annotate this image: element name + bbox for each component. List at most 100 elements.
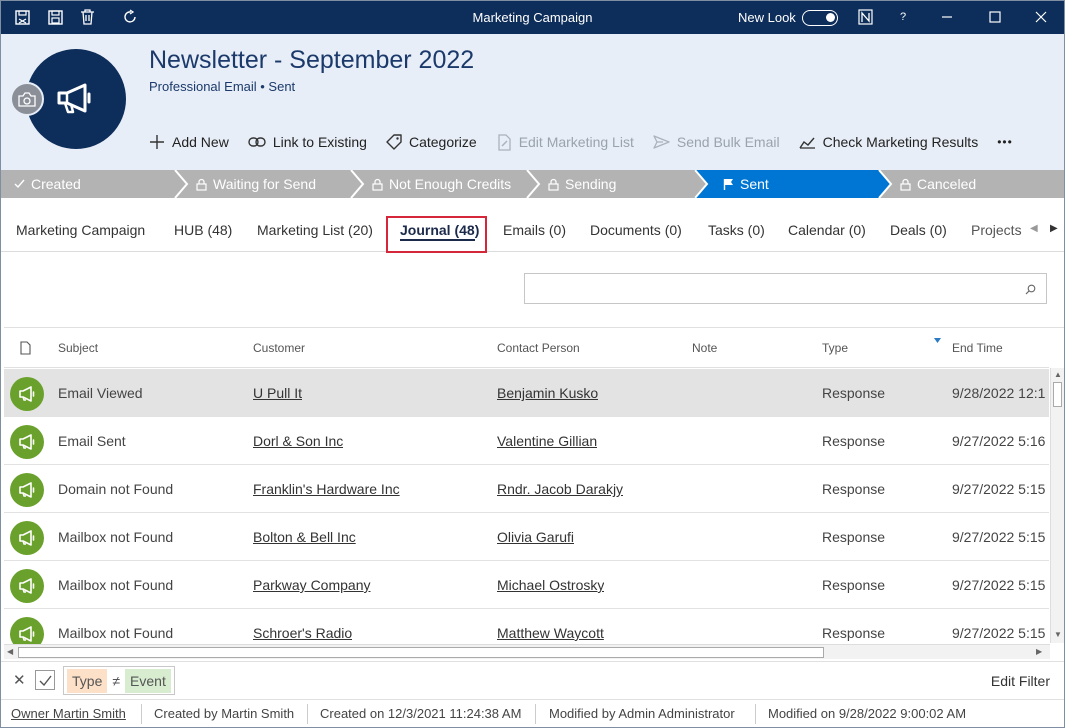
horizontal-scrollbar[interactable]: ◀ ▶ (4, 644, 1050, 659)
table-row[interactable]: Domain not Found Franklin's Hardware Inc R… (4, 465, 1049, 513)
check-icon (14, 179, 25, 189)
stage-separator (694, 170, 709, 198)
tab-strip: Marketing Campaign HUB (48) Marketing Li… (1, 198, 1064, 253)
cell-customer[interactable]: U Pull It (253, 385, 302, 401)
scroll-down-icon[interactable]: ▼ (1054, 630, 1062, 639)
link-existing-label: Link to Existing (272, 134, 367, 150)
cell-customer[interactable]: Franklin's Hardware Inc (253, 481, 400, 497)
cell-end-time: 9/27/2022 5:16 (952, 433, 1046, 449)
cell-type: Response (822, 481, 886, 497)
filter-enabled-checkbox[interactable] (35, 670, 55, 690)
stage-created[interactable]: Created (14, 170, 81, 198)
cell-customer[interactable]: Schroer's Radio (253, 625, 352, 641)
scroll-up-icon[interactable]: ▲ (1054, 370, 1062, 379)
stage-not-enough-credits[interactable]: Not Enough Credits (372, 170, 511, 198)
clear-filter-icon[interactable]: ✕ (13, 671, 26, 689)
cell-contact-person[interactable]: Michael Ostrosky (497, 577, 604, 593)
tab-emails[interactable]: Emails (0) (503, 222, 566, 238)
table-row[interactable]: Email Viewed U Pull It Benjamin Kusko Respo… (4, 369, 1049, 417)
cell-contact-person[interactable]: Valentine Gillian (497, 433, 597, 449)
camera-button[interactable] (10, 82, 44, 116)
tabs-scroll-left-icon[interactable]: ◀ (1030, 223, 1038, 234)
tab-deals[interactable]: Deals (0) (890, 222, 947, 238)
scroll-right-icon[interactable]: ▶ (1036, 647, 1042, 656)
table-row[interactable]: Mailbox not Found Parkway Company Michael … (4, 561, 1049, 609)
col-type[interactable]: Type (822, 341, 848, 355)
cell-type: Response (822, 625, 886, 641)
filter-expression[interactable]: Type ≠ Event (63, 666, 175, 695)
flag-icon (723, 178, 734, 190)
stage-separator (174, 170, 189, 198)
tab-documents[interactable]: Documents (0) (590, 222, 682, 238)
col-subject[interactable]: Subject (58, 341, 98, 355)
close-button[interactable] (1031, 7, 1051, 27)
cell-contact-person[interactable]: Olivia Garufi (497, 529, 574, 545)
lock-icon (372, 178, 383, 191)
search-input[interactable] (524, 273, 1047, 304)
col-end-time[interactable]: End Time (952, 341, 1003, 355)
maximize-button[interactable] (985, 7, 1005, 27)
col-contact-person[interactable]: Contact Person (497, 341, 580, 355)
more-icon: ••• (997, 135, 1013, 149)
cell-end-time: 9/27/2022 5:15 (952, 481, 1046, 497)
table-row[interactable]: Mailbox not Found Bolton & Bell Inc Olivia… (4, 513, 1049, 561)
more-button[interactable]: ••• (997, 135, 1013, 149)
stage-sent[interactable]: Sent (723, 170, 769, 198)
tabs-scroll-right-icon[interactable]: ▶ (1050, 223, 1058, 234)
cell-contact-person[interactable]: Matthew Waycott (497, 625, 604, 641)
horizontal-scroll-thumb[interactable] (18, 647, 824, 658)
tab-tasks[interactable]: Tasks (0) (708, 222, 765, 238)
cell-subject: Mailbox not Found (58, 529, 174, 545)
created-on: Created on 12/3/2021 11:24:38 AM (320, 706, 522, 721)
send-bulk-email-button[interactable]: Send Bulk Email (653, 134, 780, 150)
stage-separator (526, 170, 541, 198)
chart-icon (798, 136, 816, 149)
tab-projects[interactable]: Projects (971, 222, 1023, 238)
cell-contact-person[interactable]: Benjamin Kusko (497, 385, 598, 401)
filter-operator: ≠ (112, 672, 121, 689)
layout-icon[interactable] (856, 8, 874, 26)
cell-type: Response (822, 577, 886, 593)
new-look-toggle[interactable] (802, 10, 838, 26)
stage-bar: Created Waiting for Send Not Enough Cred… (1, 170, 1064, 198)
scroll-left-icon[interactable]: ◀ (7, 647, 13, 656)
stage-separator (878, 170, 893, 198)
cell-contact-person[interactable]: Rndr. Jacob Darakjy (497, 481, 623, 497)
edit-filter-link[interactable]: Edit Filter (991, 673, 1050, 689)
journal-entry-icon (10, 569, 44, 603)
tab-calendar[interactable]: Calendar (0) (788, 222, 866, 238)
vertical-scroll-thumb[interactable] (1053, 382, 1062, 407)
edit-list-icon (496, 133, 512, 151)
lock-icon (548, 178, 559, 191)
minimize-button[interactable] (937, 7, 957, 27)
toggle-knob (826, 13, 835, 22)
categorize-button[interactable]: Categorize (386, 134, 477, 150)
link-icon (248, 136, 266, 148)
cell-customer[interactable]: Dorl & Son Inc (253, 433, 343, 449)
table-row[interactable]: Email Sent Dorl & Son Inc Valentine Gillia… (4, 417, 1049, 465)
stage-sending[interactable]: Sending (548, 170, 616, 198)
cell-customer[interactable]: Parkway Company (253, 577, 371, 593)
filter-field: Type (67, 668, 108, 693)
vertical-scrollbar[interactable]: ▲ ▼ (1050, 368, 1064, 643)
col-note[interactable]: Note (692, 341, 717, 355)
tab-marketing-campaign[interactable]: Marketing Campaign (16, 222, 145, 238)
filter-value: Event (125, 668, 171, 693)
cell-subject: Mailbox not Found (58, 577, 174, 593)
tab-marketing-list[interactable]: Marketing List (20) (257, 222, 373, 238)
col-customer[interactable]: Customer (253, 341, 305, 355)
record-title: Newsletter - September 2022 (149, 46, 475, 74)
edit-marketing-list-button[interactable]: Edit Marketing List (496, 133, 634, 151)
cell-end-time: 9/27/2022 5:15 (952, 577, 1046, 593)
app-window: Marketing Campaign New Look ? Newsletter… (0, 0, 1065, 728)
tab-hub[interactable]: HUB (48) (174, 222, 232, 238)
journal-entry-icon (10, 473, 44, 507)
add-new-button[interactable]: Add New (149, 134, 229, 150)
cell-customer[interactable]: Bolton & Bell Inc (253, 529, 356, 545)
stage-canceled[interactable]: Canceled (900, 170, 976, 198)
owner-link[interactable]: Owner Martin Smith (11, 706, 126, 721)
link-existing-button[interactable]: Link to Existing (248, 134, 367, 150)
help-button[interactable]: ? (893, 7, 913, 27)
check-marketing-results-button[interactable]: Check Marketing Results (798, 134, 978, 150)
stage-waiting-for-send[interactable]: Waiting for Send (196, 170, 316, 198)
